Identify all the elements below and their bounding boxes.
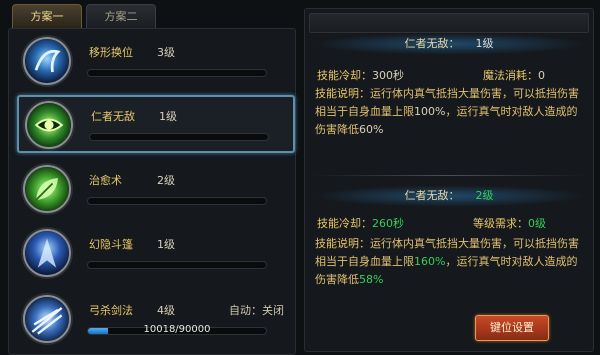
skill-progress-bar bbox=[87, 69, 267, 77]
skill-level: 4级 bbox=[157, 304, 175, 317]
next-level-header: 仁者无敌： 2级 bbox=[311, 185, 587, 207]
desc-value: 160% bbox=[414, 255, 446, 268]
tab-scheme-2[interactable]: 方案二 bbox=[86, 4, 156, 28]
key-binding-button[interactable]: 键位设置 bbox=[475, 315, 549, 341]
skill-item-cloak[interactable]: 幻隐斗篷 1级 bbox=[17, 225, 295, 283]
detail-top-bar bbox=[309, 13, 589, 33]
invincible-eye-icon bbox=[25, 101, 73, 149]
skill-item-teleport[interactable]: 移形换位 3级 bbox=[17, 33, 295, 91]
skill-progress-bar bbox=[87, 197, 267, 205]
skill-name: 移形换位 bbox=[89, 46, 133, 59]
current-level-header: 仁者无敌： 1级 bbox=[311, 33, 587, 55]
skill-list-panel: 移形换位 3级 仁者无敌 1级 治愈术 2级 幻隐斗篷 1级 弓杀剑法 4级 自… bbox=[8, 28, 296, 355]
tab-scheme-1[interactable]: 方案一 bbox=[12, 4, 82, 28]
skill-name: 治愈术 bbox=[89, 174, 122, 187]
next-stats-row: 技能冷却：260秒 等级需求：0级 bbox=[317, 215, 587, 231]
skill-item-heal[interactable]: 治愈术 2级 bbox=[17, 161, 295, 219]
level-requirement-value: 0级 bbox=[528, 217, 546, 230]
desc-value: 100% bbox=[414, 105, 446, 118]
skill-exp-text: 10018/90000 bbox=[143, 324, 211, 335]
desc-label: 技能说明： bbox=[315, 237, 370, 250]
desc-label: 技能说明： bbox=[315, 87, 370, 100]
skill-level: 1级 bbox=[157, 238, 175, 251]
cooldown-value: 300秒 bbox=[372, 69, 404, 82]
sword-slash-icon bbox=[23, 295, 71, 343]
current-skill-level: 1级 bbox=[475, 37, 494, 50]
next-skill-level: 2级 bbox=[475, 189, 494, 202]
skill-detail-panel: 仁者无敌： 1级 技能冷却：300秒 魔法消耗：0 技能说明：运行体内真气抵挡大量… bbox=[304, 8, 594, 352]
skill-name: 弓杀剑法 bbox=[89, 304, 133, 317]
divider bbox=[311, 175, 587, 176]
current-skill-name: 仁者无敌： bbox=[404, 37, 460, 50]
cooldown-value: 260秒 bbox=[372, 217, 404, 230]
heal-leaf-icon bbox=[23, 165, 71, 213]
teleport-icon bbox=[23, 37, 71, 85]
skill-name: 仁者无敌 bbox=[91, 110, 135, 123]
auto-cast-toggle[interactable]: 自动：关闭 bbox=[229, 302, 284, 318]
cooldown-label: 技能冷却： bbox=[317, 217, 372, 230]
cloak-icon bbox=[23, 229, 71, 277]
skill-item-invincible[interactable]: 仁者无敌 1级 bbox=[17, 95, 295, 153]
skill-level: 3级 bbox=[157, 46, 175, 59]
current-description: 技能说明：运行体内真气抵挡大量伤害，可以抵挡伤害相当于自身血量上限100%，运行… bbox=[315, 85, 587, 139]
scheme-tabs: 方案一 方案二 bbox=[12, 4, 156, 30]
skill-item-sword[interactable]: 弓杀剑法 4级 自动：关闭 10018/90000 bbox=[17, 291, 295, 349]
desc-value: 60% bbox=[359, 123, 384, 136]
skill-level: 1级 bbox=[159, 110, 177, 123]
next-description: 技能说明：运行体内真气抵挡大量伤害，可以抵挡伤害相当于自身血量上限160%，运行… bbox=[315, 235, 587, 289]
skill-progress-bar bbox=[89, 133, 269, 141]
current-stats-row: 技能冷却：300秒 魔法消耗：0 bbox=[317, 67, 587, 83]
level-requirement-label: 等级需求： bbox=[473, 217, 528, 230]
skill-name: 幻隐斗篷 bbox=[89, 238, 133, 251]
desc-value: 58% bbox=[359, 273, 384, 286]
next-skill-name: 仁者无敌： bbox=[404, 189, 460, 202]
cooldown-label: 技能冷却： bbox=[317, 69, 372, 82]
mana-label: 魔法消耗： bbox=[483, 69, 538, 82]
skill-level: 2级 bbox=[157, 174, 175, 187]
mana-value: 0 bbox=[538, 69, 545, 82]
skill-progress-bar bbox=[87, 261, 267, 269]
